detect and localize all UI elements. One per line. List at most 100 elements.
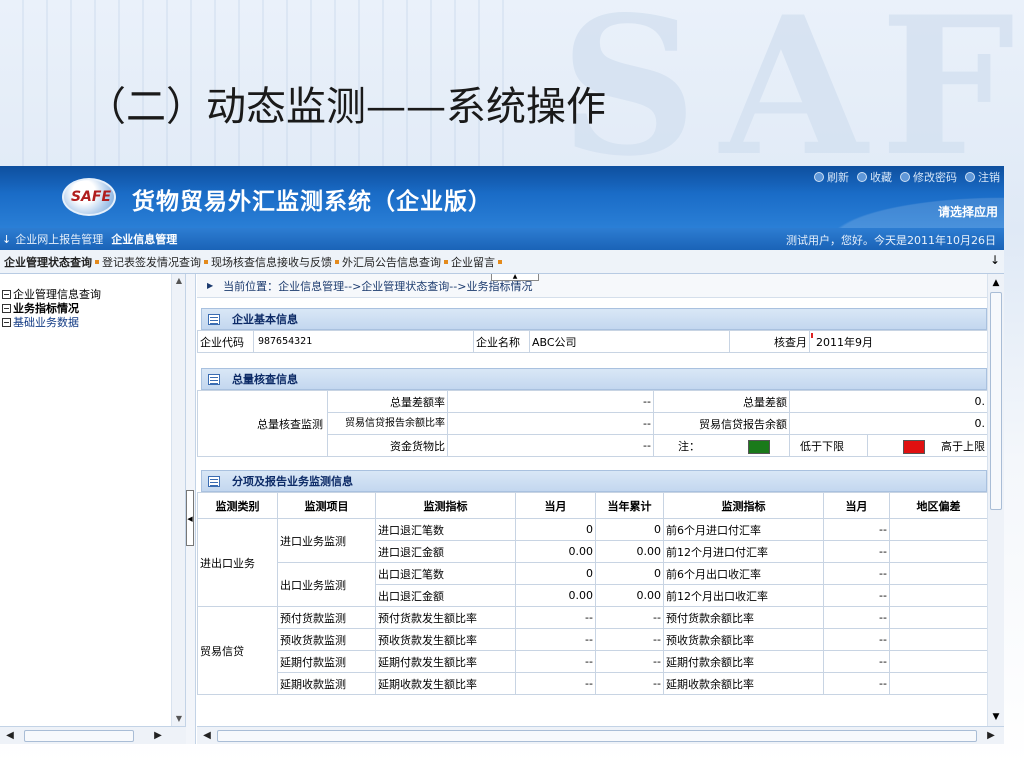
left-vertical-scrollbar[interactable]: ▲ ▼ xyxy=(171,274,185,726)
nav-item-info[interactable]: 企业信息管理 xyxy=(107,231,181,247)
favorite-icon xyxy=(857,172,867,182)
watermark-letter: A xyxy=(720,0,868,198)
splitter-left-icon[interactable]: ◀ xyxy=(186,490,194,546)
app-header: SAFE 货物贸易外汇监测系统（企业版） 刷新 收藏 修改密码 注销 请选择应用 xyxy=(0,166,1004,228)
month-label: 核查月 xyxy=(729,330,810,353)
scroll-down-icon[interactable]: ▼ xyxy=(989,710,1003,724)
scroll-left-icon[interactable]: ◀ xyxy=(2,729,18,743)
total-check-table: 总量核查监测 总量差额率 -- 总量差额 0. 贸易信贷报告余额比率 -- 贸易… xyxy=(197,390,988,457)
safe-logo: SAFE xyxy=(62,178,116,216)
collapse-up-icon[interactable]: ▲ xyxy=(491,274,539,281)
arrow-down-icon[interactable]: ↓ xyxy=(990,253,1000,267)
section-total-check-header: 总量核查信息 xyxy=(201,368,987,390)
credit-balance-label: 贸易信贷报告余额 xyxy=(653,412,790,435)
code-value: 987654321 xyxy=(253,330,474,353)
table-row: 预收货款监测 预收货款发生额比率 -- -- 预收货款余额比率 -- xyxy=(198,628,988,651)
category-import-export: 进出口业务 xyxy=(197,518,278,607)
breadcrumb: ▶ 当前位置：企业信息管理-->企业管理状态查询-->业务指标情况 xyxy=(197,274,987,298)
scroll-thumb[interactable] xyxy=(24,730,134,742)
month-value: 2011年9月 xyxy=(809,330,988,353)
item-import-monitor: 进口业务监测 xyxy=(277,518,376,563)
code-label: 企业代码 xyxy=(197,330,254,353)
main-nav: ↓ 企业网上报告管理 企业信息管理 测试用户，您好。今天是2011年10月26日 xyxy=(0,228,1004,250)
item-export-monitor: 出口业务监测 xyxy=(277,562,376,607)
total-diff-value: 0. xyxy=(789,390,988,413)
fund-goods-ratio-label: 资金货物比 xyxy=(327,434,448,457)
column-header: 监测指标 xyxy=(663,492,824,519)
main-vertical-scrollbar[interactable]: ▲ ▼ xyxy=(987,274,1004,726)
column-header: 当月 xyxy=(823,492,890,519)
item-monitor-table: 监测类别 监测项目 监测指标 当月 当年累计 监测指标 当月 地区偏差 进出口业… xyxy=(197,492,988,695)
subnav-onsite-feedback[interactable]: 现场核查信息接收与反馈 xyxy=(211,254,342,270)
total-diff-label: 总量差额 xyxy=(653,390,790,413)
total-check-group-label: 总量核查监测 xyxy=(197,390,328,457)
nav-arrow-icon: ↓ xyxy=(2,232,12,246)
breadcrumb-arrow-icon: ▶ xyxy=(207,281,214,290)
favorite-link[interactable]: 收藏 xyxy=(857,169,892,185)
user-greeting: 测试用户，您好。今天是2011年10月26日 xyxy=(786,234,996,247)
scroll-right-icon[interactable]: ▶ xyxy=(150,729,166,743)
legend-low-swatch xyxy=(747,439,770,454)
main-horizontal-scrollbar[interactable]: ◀ ▶ xyxy=(197,726,1004,744)
bullet-icon xyxy=(444,259,448,264)
total-diff-rate-value: -- xyxy=(447,390,654,413)
name-value: ABC公司 xyxy=(529,330,730,353)
scroll-thumb[interactable] xyxy=(990,292,1002,510)
subnav-status-query[interactable]: 企业管理状态查询 xyxy=(4,254,102,270)
table-row: 延期付款监测 延期付款发生额比率 -- -- 延期付款余额比率 -- xyxy=(198,650,988,673)
collapse-icon[interactable] xyxy=(2,303,11,313)
column-header: 监测项目 xyxy=(277,492,376,519)
logout-icon xyxy=(965,172,975,182)
table-row: 出口业务监测 出口退汇笔数 0 0 前6个月出口收汇率 -- xyxy=(198,562,988,607)
top-links: 刷新 收藏 修改密码 注销 xyxy=(814,169,1000,185)
bullet-icon xyxy=(204,259,208,264)
refresh-icon xyxy=(814,172,824,182)
legend-high-swatch xyxy=(903,439,925,454)
category-trade-credit: 贸易信贷 xyxy=(197,606,278,695)
column-header: 当月 xyxy=(515,492,596,519)
app-title: 货物贸易外汇监测系统（企业版） xyxy=(132,188,492,215)
collapse-icon[interactable] xyxy=(2,317,11,327)
subnav-announcement[interactable]: 外汇局公告信息查询 xyxy=(342,254,451,270)
table-row: 延期收款监测 延期收款发生额比率 -- -- 延期收款余额比率 -- xyxy=(198,672,988,695)
scroll-up-icon[interactable]: ▲ xyxy=(172,274,186,288)
nav-item-report[interactable]: 企业网上报告管理 xyxy=(11,231,107,247)
subnav-registration-query[interactable]: 登记表签发情况查询 xyxy=(102,254,211,270)
left-horizontal-scrollbar[interactable]: ◀ ▶ xyxy=(0,726,186,744)
password-icon xyxy=(900,172,910,182)
scroll-right-icon[interactable]: ▶ xyxy=(983,729,999,743)
scroll-down-icon[interactable]: ▼ xyxy=(172,712,186,726)
credit-balance-rate-value: -- xyxy=(447,412,654,435)
refresh-link[interactable]: 刷新 xyxy=(814,169,849,185)
scroll-up-icon[interactable]: ▲ xyxy=(989,276,1003,290)
name-label: 企业名称 xyxy=(473,330,530,353)
slide-title: （二）动态监测——系统操作 xyxy=(86,84,606,130)
scroll-left-icon[interactable]: ◀ xyxy=(199,729,215,743)
column-header: 当年累计 xyxy=(595,492,664,519)
column-header: 监测指标 xyxy=(375,492,516,519)
table-row: 进出口业务 进口业务监测 进口退汇笔数 0 0 前6个月进口付汇率 -- xyxy=(197,518,988,607)
tree-item-basic-data[interactable]: 基础业务数据 xyxy=(2,314,79,330)
section-item-monitor-header: 分项及报告业务监测信息 xyxy=(201,470,987,492)
fund-goods-ratio-value: -- xyxy=(447,434,654,457)
main-content: ▶ 当前位置：企业信息管理-->企业管理状态查询-->业务指标情况 ▲ 企业基本… xyxy=(197,274,1004,744)
column-header: 监测类别 xyxy=(197,492,278,519)
bullet-icon xyxy=(335,259,339,264)
scroll-thumb[interactable] xyxy=(217,730,977,742)
credit-balance-rate-label: 贸易信贷报告余额比率 xyxy=(327,412,448,435)
legend-high: 高于上限 xyxy=(867,434,988,457)
panel-splitter[interactable]: ◀ xyxy=(186,274,196,744)
form-icon xyxy=(208,475,220,487)
bullet-icon xyxy=(95,259,99,264)
table-row: 贸易信贷 预付货款监测 预付货款发生额比率 -- -- 预付货款余额比率 -- xyxy=(197,606,988,695)
choose-app-button[interactable]: 请选择应用 xyxy=(938,203,998,220)
total-diff-rate-label: 总量差额率 xyxy=(327,390,448,413)
credit-balance-value: 0. xyxy=(789,412,988,435)
sub-nav: 企业管理状态查询 登记表签发情况查询 现场核查信息接收与反馈 外汇局公告信息查询… xyxy=(0,250,1004,274)
logout-link[interactable]: 注销 xyxy=(965,169,1000,185)
subnav-message[interactable]: 企业留言 xyxy=(451,254,505,270)
app-window: SAFE 货物贸易外汇监测系统（企业版） 刷新 收藏 修改密码 注销 请选择应用… xyxy=(0,166,1004,744)
change-password-link[interactable]: 修改密码 xyxy=(900,169,957,185)
collapse-icon[interactable] xyxy=(2,289,11,299)
section-basic-info-header: 企业基本信息 xyxy=(201,308,987,330)
